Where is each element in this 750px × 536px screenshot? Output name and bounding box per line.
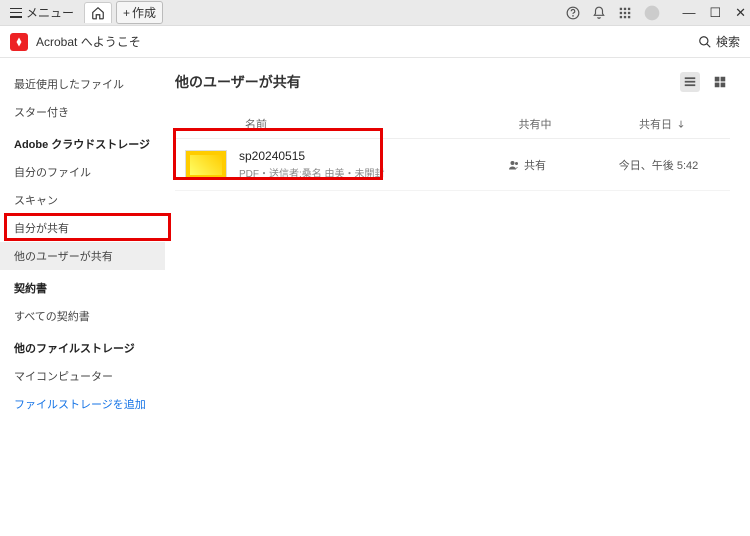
sidebar-item-recent[interactable]: 最近使用したファイル [0, 70, 165, 98]
sidebar-item-all-agreements[interactable]: すべての契約書 [0, 302, 165, 330]
create-label: 作成 [132, 4, 156, 21]
content-header: 他のユーザーが共有 [175, 72, 730, 92]
create-button[interactable]: + 作成 [116, 1, 163, 24]
sidebar-heading-agreements: 契約書 [0, 270, 165, 302]
file-name: sp20240515 [239, 149, 467, 163]
maximize-button[interactable]: ☐ [709, 5, 721, 21]
file-meta: PDF・送信者:桑名 由美・未開封 [239, 165, 467, 180]
acrobat-app-icon [10, 33, 28, 51]
hamburger-icon [10, 8, 22, 18]
file-thumbnail [185, 150, 227, 180]
content: 他のユーザーが共有 名前 共有中 共有日 sp20240515 P [165, 58, 750, 536]
column-headers: 名前 共有中 共有日 [175, 110, 730, 139]
sidebar-item-starred[interactable]: スター付き [0, 98, 165, 126]
bell-icon[interactable] [592, 6, 606, 20]
minimize-button[interactable]: — [682, 5, 695, 21]
apps-icon[interactable] [618, 6, 632, 20]
file-info: sp20240515 PDF・送信者:桑名 由美・未開封 [227, 149, 467, 180]
titlebar-right: — ☐ ✕ [566, 5, 746, 21]
home-tab[interactable] [84, 2, 112, 23]
grid-view-button[interactable] [710, 72, 730, 92]
col-date-label: 共有日 [639, 116, 672, 132]
file-shared-label: 共有 [524, 157, 546, 173]
sidebar-heading-other-storage: 他のファイルストレージ [0, 330, 165, 362]
titlebar: メニュー + 作成 — ☐ ✕ [0, 0, 750, 26]
sidebar-item-my-computer[interactable]: マイコンピューター [0, 362, 165, 390]
home-icon [91, 6, 105, 20]
col-header-name[interactable]: 名前 [175, 116, 475, 132]
list-icon [683, 75, 697, 89]
view-toggle [680, 72, 730, 92]
list-view-button[interactable] [680, 72, 700, 92]
people-icon [508, 159, 520, 171]
main: 最近使用したファイル スター付き Adobe クラウドストレージ 自分のファイル… [0, 58, 750, 536]
sidebar-heading-cloud: Adobe クラウドストレージ [0, 126, 165, 158]
sidebar-item-scan[interactable]: スキャン [0, 186, 165, 214]
file-row[interactable]: sp20240515 PDF・送信者:桑名 由美・未開封 共有 今日、午後 5:… [175, 139, 730, 191]
sidebar-item-add-storage[interactable]: ファイルストレージを追加 [0, 390, 165, 418]
sidebar-item-shared-by-me[interactable]: 自分が共有 [0, 214, 165, 242]
col-header-date[interactable]: 共有日 [595, 116, 730, 132]
grid-icon [713, 75, 727, 89]
col-header-shared[interactable]: 共有中 [475, 116, 595, 132]
sidebar: 最近使用したファイル スター付き Adobe クラウドストレージ 自分のファイル… [0, 58, 165, 536]
subbar: Acrobat へようこそ 検索 [0, 26, 750, 58]
sidebar-item-shared-by-others[interactable]: 他のユーザーが共有 [0, 242, 165, 270]
search-button[interactable]: 検索 [698, 33, 740, 50]
welcome-title: Acrobat へようこそ [36, 33, 141, 50]
file-date: 今日、午後 5:42 [587, 157, 730, 173]
help-icon[interactable] [566, 6, 580, 20]
window-controls: — ☐ ✕ [682, 5, 746, 21]
sort-down-icon [676, 119, 686, 129]
titlebar-left: メニュー + 作成 [4, 1, 163, 24]
file-shared-cell: 共有 [467, 157, 587, 173]
menu-label: メニュー [26, 4, 74, 21]
menu-button[interactable]: メニュー [4, 2, 80, 23]
sidebar-item-my-files[interactable]: 自分のファイル [0, 158, 165, 186]
profile-icon[interactable] [644, 5, 660, 21]
content-title: 他のユーザーが共有 [175, 72, 301, 92]
search-label: 検索 [716, 33, 740, 50]
close-button[interactable]: ✕ [735, 5, 746, 21]
plus-icon: + [123, 6, 130, 20]
search-icon [698, 35, 712, 49]
